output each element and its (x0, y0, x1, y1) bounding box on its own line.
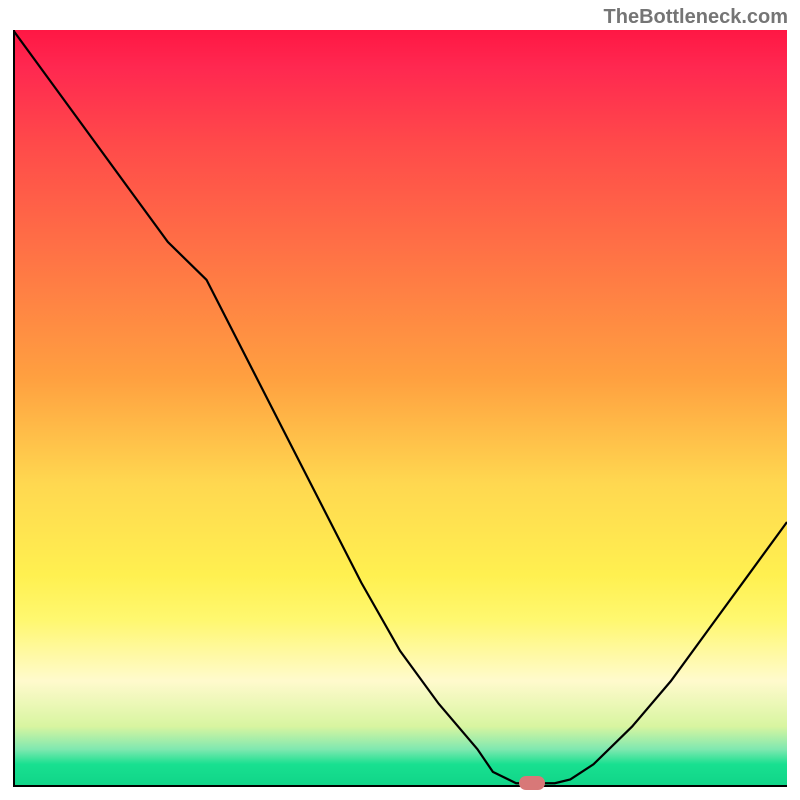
watermark-text: TheBottleneck.com (604, 6, 788, 29)
gradient-background (13, 30, 787, 787)
optimal-marker (519, 776, 545, 790)
